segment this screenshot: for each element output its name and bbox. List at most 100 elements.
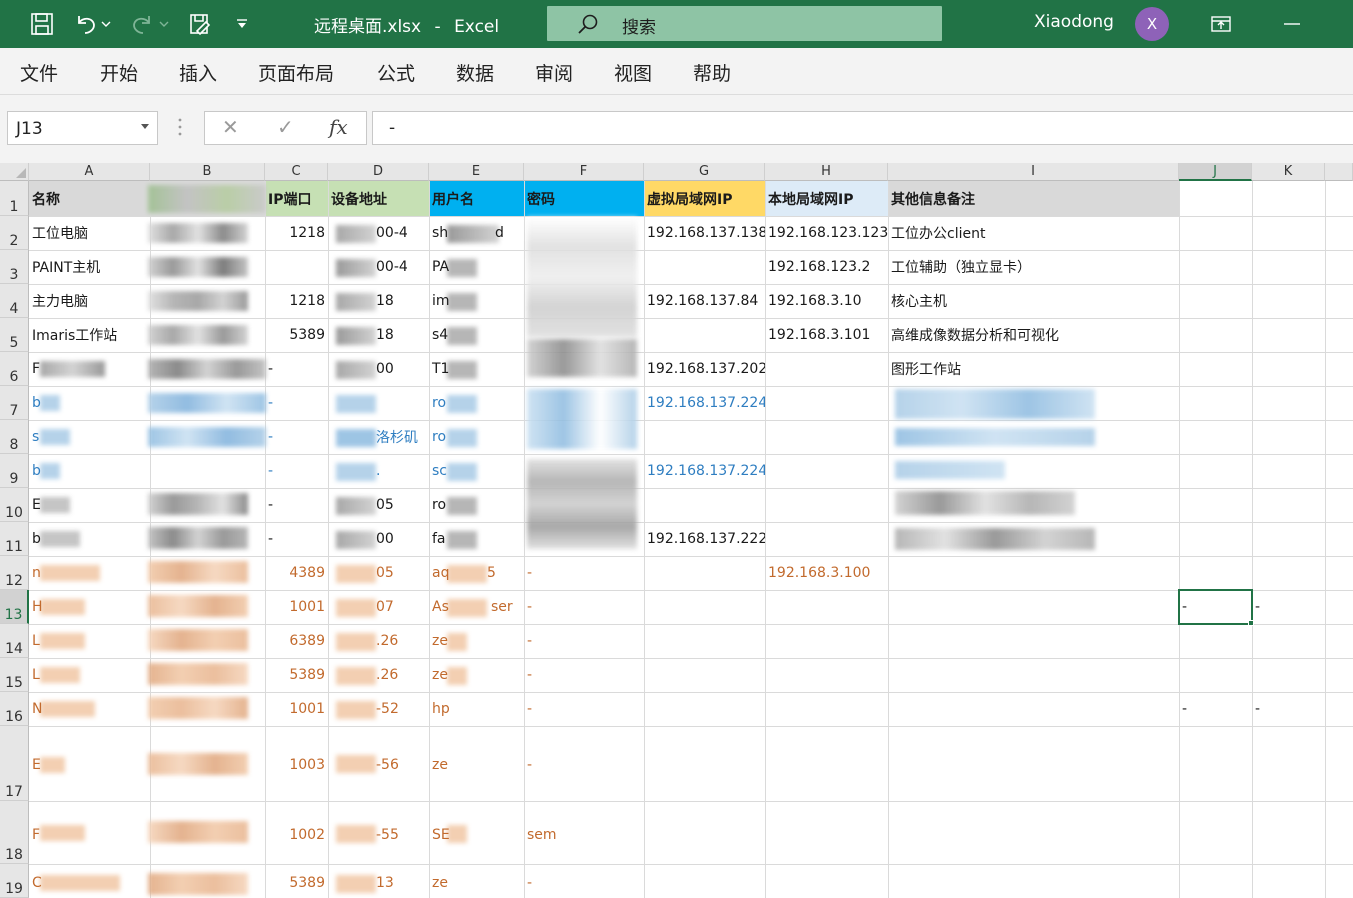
- cell-port[interactable]: -: [265, 386, 328, 420]
- ribbon-display-options-icon[interactable]: [1205, 8, 1237, 40]
- column-header[interactable]: C: [265, 163, 328, 181]
- cell-address[interactable]: 07: [373, 590, 429, 624]
- cell-name[interactable]: b: [29, 386, 49, 420]
- cell-vlan-ip[interactable]: 192.168.137.202: [644, 352, 765, 386]
- row-header[interactable]: 8: [0, 420, 29, 454]
- select-all-button[interactable]: [0, 163, 29, 181]
- row-header-selected[interactable]: 13: [0, 590, 29, 624]
- cell-address[interactable]: 00-4: [373, 216, 429, 250]
- cell-address[interactable]: 13: [373, 866, 429, 898]
- tab-view[interactable]: 视图: [614, 59, 652, 86]
- column-header[interactable]: B: [150, 163, 265, 181]
- column-header[interactable]: G: [644, 163, 765, 181]
- cell-username[interactable]: ro: [429, 488, 459, 522]
- cell-username[interactable]: PA: [429, 250, 459, 284]
- cell-vlan-ip[interactable]: 192.168.137.224: [644, 454, 765, 488]
- cell-username[interactable]: im: [429, 284, 459, 318]
- cell-port[interactable]: -: [265, 352, 328, 386]
- row-header[interactable]: 3: [0, 250, 29, 284]
- tab-review[interactable]: 审阅: [535, 59, 573, 86]
- cell-address[interactable]: .26: [373, 658, 429, 692]
- name-box[interactable]: J13: [7, 111, 158, 145]
- cell-username[interactable]: ze: [429, 748, 459, 782]
- column-header-selected[interactable]: J: [1179, 163, 1252, 181]
- row-header[interactable]: 2: [0, 216, 29, 250]
- cell-name[interactable]: b: [29, 522, 49, 556]
- save-icon[interactable]: [26, 8, 58, 40]
- cell-username[interactable]: SE: [429, 818, 459, 852]
- minimize-icon[interactable]: [1276, 8, 1308, 40]
- cell-address[interactable]: .26: [373, 624, 429, 658]
- cell-port[interactable]: 1001: [265, 692, 328, 726]
- row-header[interactable]: 4: [0, 284, 29, 318]
- touch-mode-icon[interactable]: [184, 8, 216, 40]
- cell-k13[interactable]: -: [1252, 590, 1325, 624]
- column-header[interactable]: K: [1252, 163, 1325, 181]
- tab-insert[interactable]: 插入: [179, 59, 217, 86]
- cell-username[interactable]: ro: [429, 386, 459, 420]
- user-name[interactable]: Xiaodong: [1034, 12, 1114, 32]
- cell-address[interactable]: 00-4: [373, 250, 429, 284]
- column-header[interactable]: D: [328, 163, 429, 181]
- cell-username[interactable]: hp: [429, 692, 459, 726]
- cell-port[interactable]: 1002: [265, 818, 328, 852]
- cell-password[interactable]: -: [524, 624, 644, 658]
- row-header[interactable]: 16: [0, 692, 29, 726]
- cell-name[interactable]: n: [29, 556, 49, 590]
- row-header[interactable]: 10: [0, 488, 29, 522]
- row-header[interactable]: 14: [0, 624, 29, 658]
- cell-username[interactable]: ze: [429, 624, 459, 658]
- row-header[interactable]: 5: [0, 318, 29, 352]
- column-header[interactable]: I: [888, 163, 1179, 181]
- cell-notes[interactable]: 高维成像数据分析和可视化: [888, 318, 1179, 352]
- cell-name[interactable]: L: [29, 658, 49, 692]
- undo-dropdown-icon[interactable]: [96, 8, 116, 40]
- cell-notes[interactable]: 图形工作站: [888, 352, 1179, 386]
- chevron-down-icon[interactable]: [141, 124, 149, 129]
- cell-address[interactable]: 05: [373, 556, 429, 590]
- cell-username[interactable]: ze: [429, 658, 459, 692]
- cell-name[interactable]: Imaris工作站: [29, 318, 150, 352]
- cell-lan-ip[interactable]: 192.168.123.123: [765, 216, 888, 250]
- cell-username[interactable]: aq: [429, 556, 459, 590]
- cell-vlan-ip[interactable]: 192.168.137.224: [644, 386, 765, 420]
- cell-port[interactable]: -: [265, 420, 328, 454]
- tab-page-layout[interactable]: 页面布局: [258, 59, 334, 86]
- cell-name[interactable]: F: [29, 352, 49, 386]
- cell-port[interactable]: 1001: [265, 590, 328, 624]
- cell-password[interactable]: -: [524, 658, 644, 692]
- cell-port[interactable]: 4389: [265, 556, 328, 590]
- cell-name[interactable]: 主力电脑: [29, 284, 150, 318]
- header-cell[interactable]: 虚拟局域网IP: [644, 181, 765, 216]
- column-header[interactable]: E: [429, 163, 524, 181]
- cell-username[interactable]: As: [429, 590, 459, 624]
- cell-name[interactable]: 工位电脑: [29, 216, 150, 250]
- cell-port[interactable]: 5389: [265, 658, 328, 692]
- row-header[interactable]: 15: [0, 658, 29, 692]
- cell-port[interactable]: -: [265, 454, 328, 488]
- header-cell[interactable]: 其他信息备注: [888, 181, 1179, 216]
- cell-address[interactable]: -55: [373, 818, 429, 852]
- cell-lan-ip[interactable]: 192.168.3.101: [765, 318, 888, 352]
- cell-username[interactable]: 5: [484, 556, 504, 590]
- cell-notes[interactable]: 工位辅助（独立显卡）: [888, 250, 1179, 284]
- cell-address[interactable]: 00: [373, 522, 429, 556]
- column-header[interactable]: [1325, 163, 1353, 181]
- cell-password[interactable]: sem: [524, 818, 644, 852]
- redo-dropdown-icon[interactable]: [154, 8, 174, 40]
- drag-handle-icon[interactable]: [177, 117, 183, 141]
- cell-name[interactable]: F: [29, 818, 49, 852]
- cell-name[interactable]: C: [29, 866, 49, 898]
- cell-username[interactable]: ser: [488, 590, 524, 624]
- cell-username[interactable]: T1: [429, 352, 459, 386]
- cell-name[interactable]: H: [29, 590, 49, 624]
- header-cell[interactable]: 密码: [524, 181, 644, 216]
- cell-name[interactable]: b: [29, 454, 49, 488]
- cell-address[interactable]: 洛杉矶: [373, 420, 429, 454]
- formula-input[interactable]: -: [372, 111, 1353, 145]
- cell-lan-ip[interactable]: 192.168.3.100: [765, 556, 888, 590]
- row-header[interactable]: 19: [0, 864, 29, 898]
- header-cell[interactable]: 本地局域网IP: [765, 181, 888, 216]
- tab-help[interactable]: 帮助: [693, 59, 731, 86]
- column-header[interactable]: H: [765, 163, 888, 181]
